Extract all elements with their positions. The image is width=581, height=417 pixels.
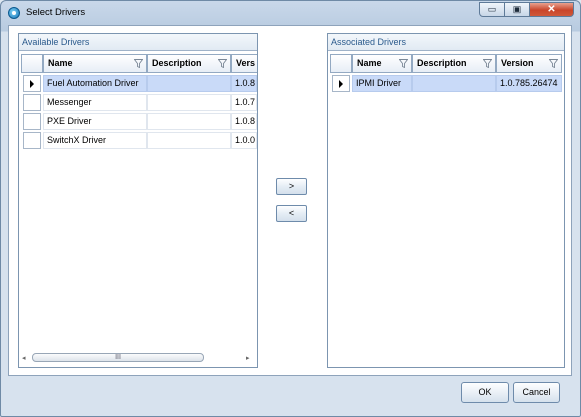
row-indicator[interactable] (23, 94, 41, 111)
associated-drivers-title: Associated Drivers (328, 34, 564, 51)
row-indicator-header (330, 54, 352, 73)
cell-version[interactable]: 1.0.7 (231, 94, 257, 111)
filter-icon[interactable] (134, 59, 143, 68)
column-header-label: Vers (236, 58, 256, 68)
cell-name[interactable]: Messenger (43, 94, 147, 111)
row-indicator[interactable] (23, 75, 41, 92)
row-indicator[interactable] (23, 113, 41, 130)
maximize-button[interactable]: ▣ (505, 2, 530, 17)
cell-version[interactable]: 1.0.0 (231, 132, 257, 149)
minimize-icon: ▭ (487, 4, 497, 14)
row-indicator[interactable] (23, 132, 41, 149)
close-button[interactable]: ✕ (530, 2, 574, 17)
column-header-description[interactable]: Description (147, 54, 231, 73)
column-header-label: Description (152, 58, 202, 68)
cancel-button[interactable]: Cancel (513, 382, 560, 403)
dialog-body: Available Drivers Name Description Vers … (8, 25, 572, 376)
remove-driver-button[interactable]: < (276, 205, 307, 222)
cell-description[interactable] (147, 94, 231, 111)
minimize-button[interactable]: ▭ (479, 2, 505, 17)
filter-icon[interactable] (483, 59, 492, 68)
current-row-arrow-icon (30, 80, 34, 88)
scrollbar-thumb[interactable]: III (32, 353, 204, 362)
cell-name[interactable]: Fuel Automation Driver (43, 75, 147, 92)
cell-description[interactable] (147, 132, 231, 149)
add-driver-button[interactable]: > (276, 178, 307, 195)
cell-version[interactable]: 1.0.8 (231, 75, 257, 92)
column-header-description[interactable]: Description (412, 54, 496, 73)
cell-version[interactable]: 1.0.8 (231, 113, 257, 130)
app-logo-icon (8, 7, 20, 19)
ok-button[interactable]: OK (461, 382, 509, 403)
grip-icon: III (115, 354, 121, 361)
column-header-label: Version (501, 58, 534, 68)
cell-version[interactable]: 1.0.785.26474 (496, 75, 562, 92)
column-header-label: Name (357, 58, 382, 68)
current-row-arrow-icon (339, 80, 343, 88)
cell-description[interactable] (147, 113, 231, 130)
column-header-version[interactable]: Vers (231, 54, 257, 73)
column-header-label: Name (48, 58, 73, 68)
available-drivers-title: Available Drivers (19, 34, 257, 51)
scroll-left-icon[interactable]: ◂ (22, 354, 26, 362)
horizontal-scrollbar[interactable]: ◂ III ▸ (22, 353, 254, 363)
filter-icon[interactable] (218, 59, 227, 68)
column-header-name[interactable]: Name (43, 54, 147, 73)
associated-drivers-panel: Associated Drivers Name Description Vers… (327, 33, 565, 368)
row-indicator-header (21, 54, 43, 73)
row-indicator[interactable] (332, 75, 350, 92)
cell-name[interactable]: IPMI Driver (352, 75, 412, 92)
column-header-label: Description (417, 58, 467, 68)
filter-icon[interactable] (549, 59, 558, 68)
maximize-icon: ▣ (512, 4, 522, 14)
select-drivers-window: Select Drivers ▭ ▣ ✕ Available Drivers N… (0, 0, 581, 417)
column-header-name[interactable]: Name (352, 54, 412, 73)
cell-description[interactable] (412, 75, 496, 92)
available-drivers-panel: Available Drivers Name Description Vers … (18, 33, 258, 368)
window-title: Select Drivers (26, 7, 86, 18)
cell-description[interactable] (147, 75, 231, 92)
cell-name[interactable]: SwitchX Driver (43, 132, 147, 149)
scroll-right-icon[interactable]: ▸ (246, 354, 250, 362)
filter-icon[interactable] (399, 59, 408, 68)
title-bar[interactable]: Select Drivers ▭ ▣ ✕ (1, 1, 580, 25)
column-header-version[interactable]: Version (496, 54, 562, 73)
close-icon: ✕ (547, 4, 556, 15)
cell-name[interactable]: PXE Driver (43, 113, 147, 130)
